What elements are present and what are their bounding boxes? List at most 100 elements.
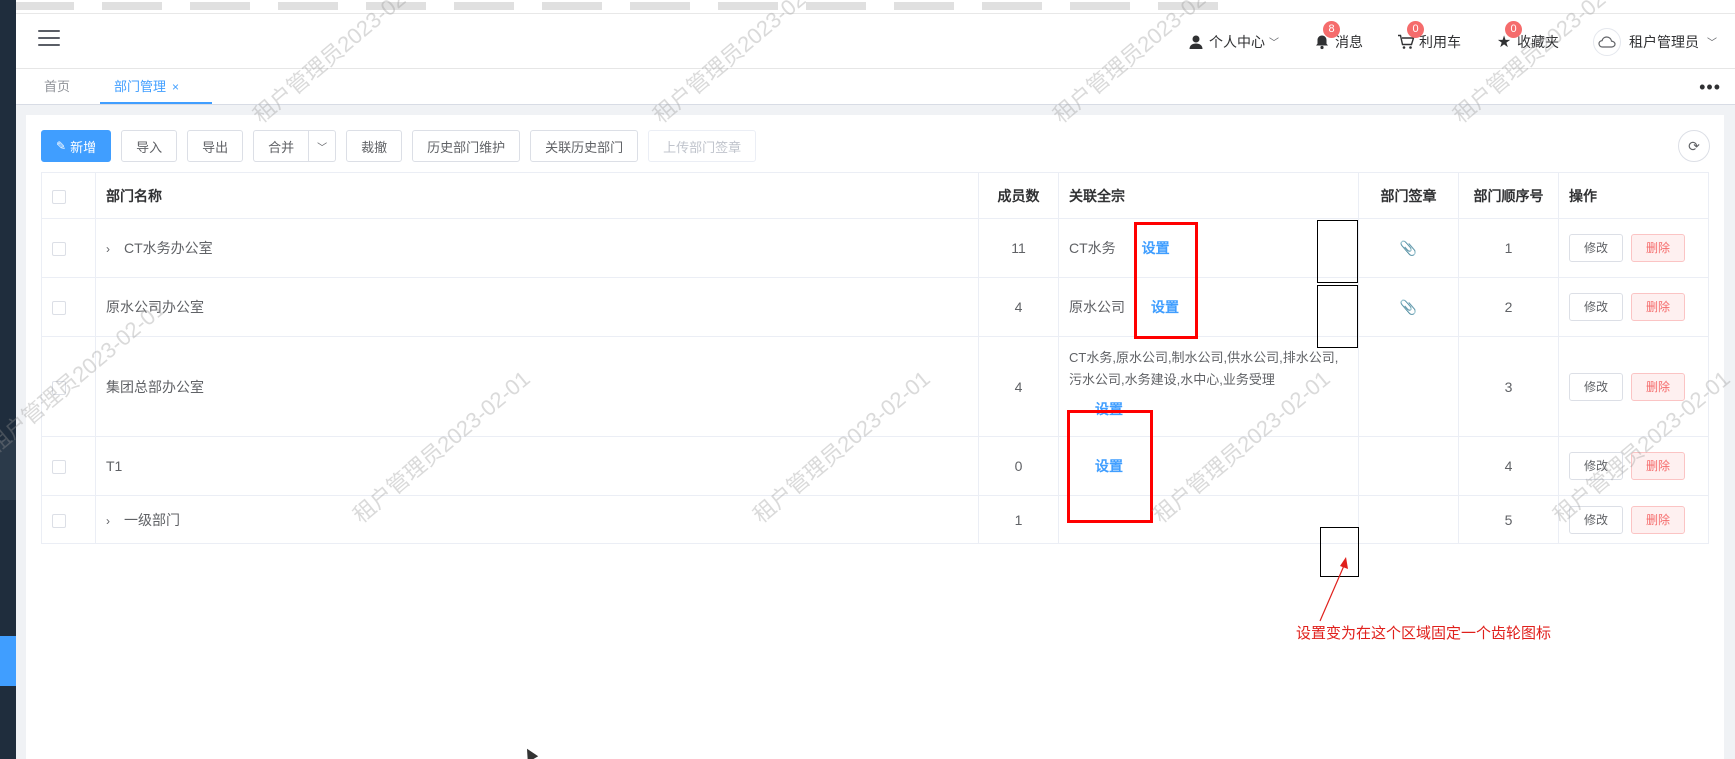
header-order: 部门顺序号 (1458, 172, 1559, 219)
chevron-down-icon: ﹀ (1269, 38, 1279, 49)
delete-button[interactable]: 删除 (1631, 452, 1686, 480)
edit-button[interactable]: 修改 (1569, 505, 1624, 534)
delete-button[interactable]: 删除 (1631, 293, 1686, 321)
member-count: 0 (978, 436, 1059, 496)
header-members: 成员数 (978, 172, 1059, 219)
dept-name: CT水务办公室 (124, 240, 213, 256)
member-count: 11 (978, 218, 1059, 278)
account-menu[interactable]: 租户管理员 ﹀ (1593, 27, 1717, 56)
tab-department-label: 部门管理 (114, 79, 167, 94)
messages-menu[interactable]: 8 消息 (1313, 20, 1363, 52)
hamburger-menu-icon[interactable] (38, 30, 60, 50)
favorites-label: 收藏夹 (1517, 33, 1559, 50)
order-number: 3 (1458, 336, 1559, 437)
row-checkbox[interactable] (52, 301, 66, 316)
cart-menu[interactable]: 0 利用车 (1397, 20, 1461, 52)
upload-seal-button[interactable]: 上传部门签章 (648, 130, 757, 162)
set-link[interactable]: 设置 (1151, 299, 1179, 315)
edit-button[interactable]: 修改 (1569, 372, 1624, 401)
member-count: 1 (978, 495, 1059, 544)
tab-department-management[interactable]: 部门管理 × (100, 69, 212, 104)
favorites-badge: 0 (1505, 20, 1522, 38)
order-number: 1 (1458, 218, 1559, 278)
navbar-right: 个人中心 ﹀ 8 消息 0 利用车 ★ 0 收藏夹 租户管理员 ﹀ (1187, 14, 1735, 69)
cart-label: 利用车 (1419, 33, 1461, 50)
edit-button[interactable]: 修改 (1569, 293, 1624, 321)
tab-home[interactable]: 首页 (30, 69, 84, 104)
merge-button[interactable]: 合并 (253, 130, 310, 162)
chevron-right-icon[interactable]: › (106, 242, 120, 256)
related-text: CT水务 (1069, 240, 1116, 256)
table-row: 原水公司办公室 4 原水公司 设置 📎 2 修改 删除 (41, 277, 1709, 337)
browser-bookmark-bar (0, 0, 1735, 14)
order-number: 2 (1458, 277, 1559, 337)
department-table: 部门名称 成员数 关联全宗 部门签章 部门顺序号 操作 › CT水务办公室 11 … (41, 172, 1709, 544)
row-checkbox[interactable] (52, 380, 66, 395)
delete-button[interactable]: 删除 (1631, 234, 1686, 262)
order-number: 5 (1458, 495, 1559, 544)
merge-dropdown-toggle[interactable]: ﹀ (309, 130, 337, 162)
close-icon[interactable]: × (172, 80, 179, 94)
app-root: 个人中心 ﹀ 8 消息 0 利用车 ★ 0 收藏夹 租户管理员 ﹀ 首页 部门管… (0, 0, 1735, 759)
add-button-label: 新增 (70, 139, 97, 155)
delete-button[interactable]: 删除 (1631, 505, 1686, 534)
dept-name: 集团总部办公室 (106, 378, 204, 395)
related-text: CT水务,原水公司,制水公司,供水公司,排水公司,污水公司,水务建设,水中心,业… (1069, 350, 1339, 387)
table-header-row: 部门名称 成员数 关联全宗 部门签章 部门顺序号 操作 (41, 172, 1709, 219)
refresh-icon[interactable]: ⟳ (1678, 130, 1710, 162)
set-link[interactable]: 设置 (1095, 458, 1123, 474)
chevron-down-icon: ﹀ (1707, 38, 1717, 49)
row-checkbox[interactable] (52, 460, 66, 475)
paperclip-icon[interactable]: 📎 (1400, 299, 1417, 315)
messages-label: 消息 (1335, 33, 1363, 50)
set-link[interactable]: 设置 (1095, 399, 1348, 419)
row-checkbox[interactable] (52, 513, 66, 528)
dept-name: T1 (106, 458, 123, 474)
header-ops: 操作 (1558, 172, 1709, 219)
annotation-arrow (1319, 557, 1348, 622)
member-count: 4 (978, 336, 1059, 437)
toolbar: ✎ 新增 导入 导出 合并 ﹀ 裁撤 历史部门维护 关联历史部门 上传部门签章 (41, 130, 766, 162)
dissolve-button[interactable]: 裁撤 (346, 130, 403, 162)
related-text: 原水公司 (1069, 299, 1125, 315)
main-content: ✎ 新增 导入 导出 合并 ﹀ 裁撤 历史部门维护 关联历史部门 上传部门签章 … (26, 115, 1724, 759)
annotation-note: 设置变为在这个区域固定一个齿轮图标 (1296, 625, 1552, 642)
top-navbar: 个人中心 ﹀ 8 消息 0 利用车 ★ 0 收藏夹 租户管理员 ﹀ (16, 14, 1735, 69)
add-button[interactable]: ✎ 新增 (41, 130, 112, 162)
header-name: 部门名称 (95, 172, 979, 219)
account-label: 租户管理员 (1629, 33, 1699, 50)
edit-button[interactable]: 修改 (1569, 234, 1624, 262)
favorites-menu[interactable]: ★ 0 收藏夹 (1495, 20, 1559, 52)
edit-button[interactable]: 修改 (1569, 452, 1624, 480)
sidebar-collapsed (0, 0, 16, 759)
order-number: 4 (1458, 436, 1559, 496)
table-row: 集团总部办公室 4 CT水务,原水公司,制水公司,供水公司,排水公司,污水公司,… (41, 336, 1709, 437)
messages-badge: 8 (1323, 20, 1340, 38)
import-button[interactable]: 导入 (121, 130, 178, 162)
paperclip-icon[interactable]: 📎 (1400, 240, 1417, 256)
delete-button[interactable]: 删除 (1631, 372, 1686, 401)
header-seal: 部门签章 (1358, 172, 1459, 219)
edit-icon: ✎ (56, 139, 67, 153)
history-maintain-button[interactable]: 历史部门维护 (412, 130, 521, 162)
chevron-right-icon[interactable]: › (106, 514, 120, 528)
row-checkbox[interactable] (52, 242, 66, 257)
table-row: › CT水务办公室 11 CT水务 设置 📎 1 修改 删除 (41, 218, 1709, 278)
dept-name: 原水公司办公室 (106, 299, 204, 315)
user-icon (1187, 33, 1205, 51)
user-center-menu[interactable]: 个人中心 ﹀ (1187, 32, 1279, 52)
set-link[interactable]: 设置 (1142, 240, 1170, 256)
header-related: 关联全宗 (1058, 172, 1359, 219)
select-all-checkbox[interactable] (52, 189, 66, 204)
link-history-button[interactable]: 关联历史部门 (530, 130, 639, 162)
sidebar-active-marker[interactable] (0, 636, 16, 686)
tab-home-label: 首页 (44, 79, 71, 94)
cloud-avatar-icon (1593, 27, 1621, 56)
cart-badge: 0 (1407, 20, 1424, 38)
table-row: T1 0 设置 4 修改 删除 (41, 436, 1709, 496)
dept-name: 一级部门 (124, 511, 180, 528)
export-button[interactable]: 导出 (187, 130, 244, 162)
merge-dropdown: 合并 ﹀ (253, 130, 337, 162)
more-icon[interactable]: ••• (1699, 77, 1721, 98)
tags-view: 首页 部门管理 × ••• (16, 69, 1735, 105)
